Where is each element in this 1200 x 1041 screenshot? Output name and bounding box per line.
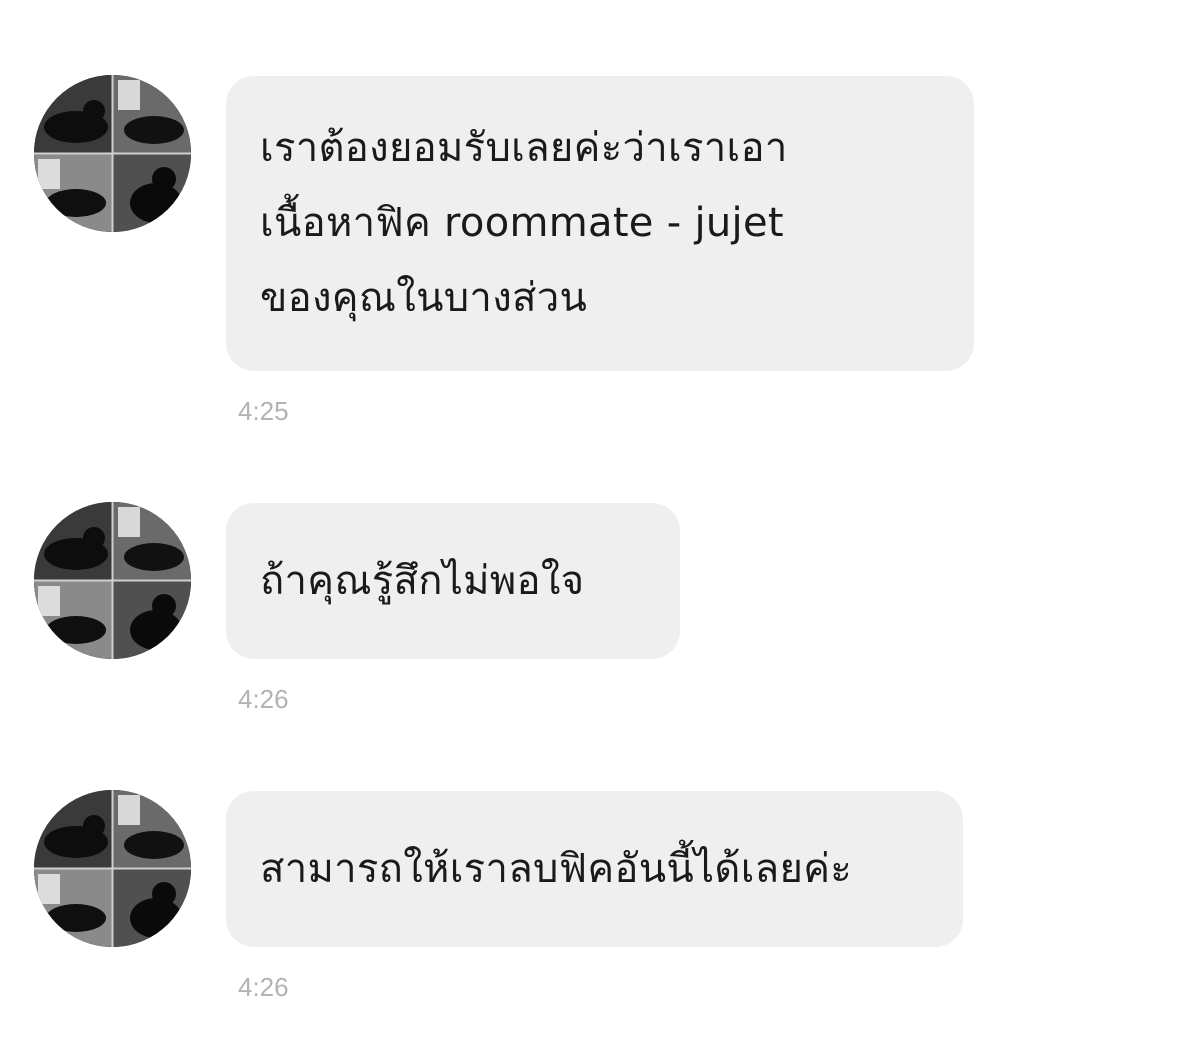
message-timestamp: 4:26	[238, 684, 289, 714]
avatar[interactable]	[34, 75, 191, 232]
message-timestamp: 4:25	[238, 396, 289, 426]
message-bubble[interactable]: ถ้าคุณรู้สึกไม่พอใจ	[226, 503, 680, 659]
cat-collage-avatar-image	[34, 502, 191, 659]
message-text: สามารถให้เราลบฟิคอันนี้ได้เลยค่ะ	[260, 845, 853, 892]
message-bubble[interactable]: เราต้องยอมรับเลยค่ะว่าเราเอา เนื้อหาฟิค …	[226, 76, 974, 371]
cat-collage-avatar-image	[34, 75, 191, 232]
message-timestamp: 4:26	[238, 972, 289, 1002]
message-bubble[interactable]: สามารถให้เราลบฟิคอันนี้ได้เลยค่ะ	[226, 791, 963, 947]
message-text: ถ้าคุณรู้สึกไม่พอใจ	[260, 557, 585, 604]
avatar[interactable]	[34, 790, 191, 947]
cat-collage-avatar-image	[34, 790, 191, 947]
message-text: เราต้องยอมรับเลยค่ะว่าเราเอา เนื้อหาฟิค …	[260, 125, 788, 321]
chat-thread: เราต้องยอมรับเลยค่ะว่าเราเอา เนื้อหาฟิค …	[0, 0, 1200, 1041]
avatar[interactable]	[34, 502, 191, 659]
